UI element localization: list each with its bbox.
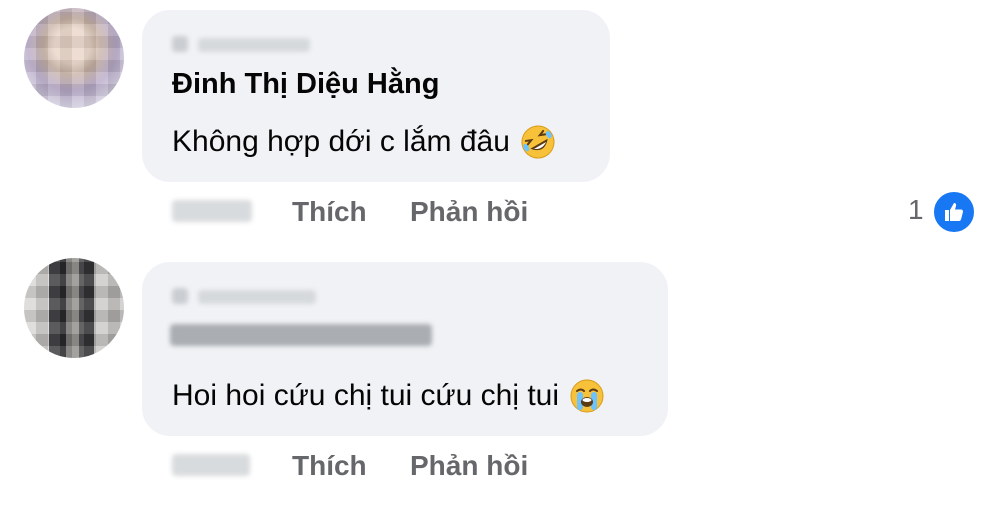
reply-button[interactable]: Phản hồi <box>410 196 528 228</box>
loudly-crying-face-emoji <box>570 379 604 413</box>
author-badge-label <box>198 290 316 304</box>
comment-author-name[interactable] <box>170 324 432 346</box>
reaction-count[interactable]: 1 <box>908 194 924 226</box>
badge-icon <box>172 36 188 52</box>
avatar[interactable] <box>24 258 124 358</box>
timestamp[interactable] <box>172 200 252 222</box>
rolling-on-floor-laughing-emoji <box>521 125 555 159</box>
comment-text: Hoi hoi cứu chị tui cứu chị tui <box>172 378 605 414</box>
like-button[interactable]: Thích <box>292 196 367 228</box>
like-button[interactable]: Thích <box>292 450 367 482</box>
thumbs-up-icon[interactable] <box>932 190 976 234</box>
reply-button[interactable]: Phản hồi <box>410 450 528 482</box>
author-badge-label <box>198 38 310 52</box>
comment-text-content: Hoi hoi cứu chị tui cứu chị tui <box>172 379 559 412</box>
avatar[interactable] <box>24 8 124 108</box>
comment-text: Không hợp dới c lắm đâu <box>172 124 556 160</box>
timestamp[interactable] <box>172 454 250 476</box>
comment-author-name[interactable]: Đinh Thị Diệu Hằng <box>172 68 439 101</box>
badge-icon <box>172 288 188 304</box>
comment-text-content: Không hợp dới c lắm đâu <box>172 125 510 158</box>
